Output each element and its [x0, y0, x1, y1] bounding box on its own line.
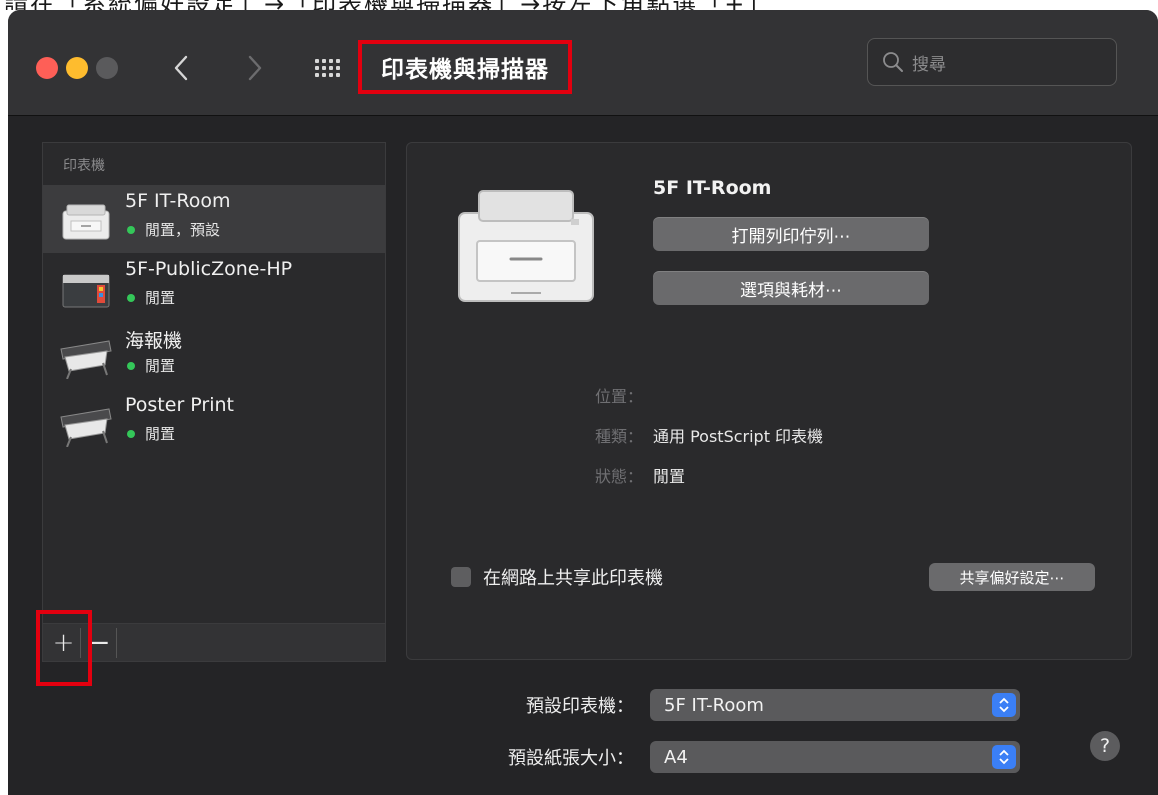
- laser-printer-icon: [62, 204, 110, 240]
- selected-printer-name: 5F IT-Room: [653, 177, 772, 199]
- status-label: 狀態：: [594, 467, 643, 486]
- status-dot: [127, 293, 135, 302]
- system-preferences-window: 印表機與掃描器 搜尋 印表機 5F IT-Room 閒置，預設 5F-Publi…: [8, 10, 1158, 795]
- printer-name: Poster Print: [125, 394, 234, 416]
- search-icon: [883, 52, 903, 72]
- chevron-left-icon: [174, 55, 188, 81]
- top-caption-strip: 請在「系統偏好設定」→「印表機與掃描器」→按左下角點選「+」: [0, 0, 1158, 10]
- default-printer-label: 預設印表機：: [526, 696, 634, 717]
- kind-value: 通用 PostScript 印表機: [653, 427, 824, 446]
- share-printer-checkbox[interactable]: [451, 567, 471, 587]
- share-printer-label: 在網路上共享此印表機: [483, 568, 663, 589]
- printer-detail-panel: 5F IT-Room 打開列印佇列⋯ 選項與耗材⋯ 位置： 種類： 通用 Pos…: [406, 142, 1132, 660]
- popup-stepper-icon: [992, 745, 1016, 769]
- printer-list-item-5f-it-room[interactable]: 5F IT-Room 閒置，預設: [43, 185, 385, 253]
- default-paper-size-value: A4: [664, 746, 688, 768]
- status-dot: [127, 429, 135, 438]
- chevron-right-icon: [248, 55, 262, 81]
- printer-status-text: 閒置: [145, 289, 176, 307]
- window-title: 印表機與掃描器: [381, 57, 549, 83]
- plotter-printer-icon: [60, 408, 112, 447]
- color-printer-icon: [62, 274, 110, 308]
- add-button-highlight: [36, 610, 92, 686]
- options-and-supplies-button[interactable]: 選項與耗材⋯: [653, 271, 929, 305]
- printer-status-text: 閒置，預設: [145, 221, 221, 239]
- printer-status: 閒置: [125, 287, 175, 308]
- laser-printer-icon: [458, 190, 594, 302]
- default-paper-size-label: 預設紙張大小：: [508, 748, 634, 769]
- printer-list: 印表機 5F IT-Room 閒置，預設 5F-PublicZone-HP 閒置…: [42, 142, 386, 662]
- printer-list-item-5f-publiczone-hp[interactable]: 5F-PublicZone-HP 閒置: [43, 253, 385, 321]
- back-button[interactable]: [166, 50, 196, 86]
- printer-status: 閒置: [125, 355, 175, 376]
- default-paper-size-popup[interactable]: A4: [650, 741, 1020, 773]
- help-button[interactable]: ?: [1090, 731, 1120, 761]
- sharing-preferences-button[interactable]: 共享偏好設定⋯: [929, 563, 1095, 591]
- close-window-button[interactable]: [36, 57, 58, 79]
- popup-stepper-icon: [992, 693, 1016, 717]
- printer-name: 海報機: [125, 330, 183, 352]
- forward-button[interactable]: [240, 50, 270, 86]
- printer-list-footer: + −: [43, 623, 385, 661]
- printer-list-item-poster-machine[interactable]: 海報機 閒置: [43, 321, 385, 389]
- printer-list-header: 印表機: [63, 158, 105, 174]
- search-field[interactable]: 搜尋: [867, 38, 1117, 86]
- show-all-grid-icon[interactable]: [313, 54, 341, 82]
- location-label: 位置：: [594, 387, 643, 406]
- printer-status: 閒置，預設: [125, 219, 220, 240]
- status-dot: [127, 361, 135, 370]
- status-value: 閒置: [653, 467, 686, 486]
- printer-status: 閒置: [125, 423, 175, 444]
- default-printer-value: 5F IT-Room: [664, 694, 764, 716]
- plotter-printer-icon: [60, 340, 112, 379]
- printer-status-text: 閒置: [145, 357, 176, 375]
- printer-name: 5F-PublicZone-HP: [125, 258, 293, 280]
- search-placeholder: 搜尋: [912, 54, 946, 75]
- default-printer-popup[interactable]: 5F IT-Room: [650, 689, 1020, 721]
- minimize-window-button[interactable]: [66, 57, 88, 79]
- screenshot: 請在「系統偏好設定」→「印表機與掃描器」→按左下角點選「+」 印表機與掃描器 搜…: [0, 0, 1158, 795]
- kind-label: 種類：: [594, 427, 643, 446]
- printer-status-text: 閒置: [145, 425, 176, 443]
- open-print-queue-button[interactable]: 打開列印佇列⋯: [653, 217, 929, 251]
- zoom-window-button[interactable]: [96, 57, 118, 79]
- window-title-highlight: 印表機與掃描器: [358, 40, 572, 94]
- printer-name: 5F IT-Room: [125, 190, 231, 212]
- title-bar: 印表機與掃描器 搜尋: [8, 10, 1158, 116]
- printer-list-item-poster-print[interactable]: Poster Print 閒置: [43, 389, 385, 457]
- status-dot: [127, 225, 135, 234]
- top-caption: 請在「系統偏好設定」→「印表機與掃描器」→按左下角點選「+」: [4, 0, 772, 10]
